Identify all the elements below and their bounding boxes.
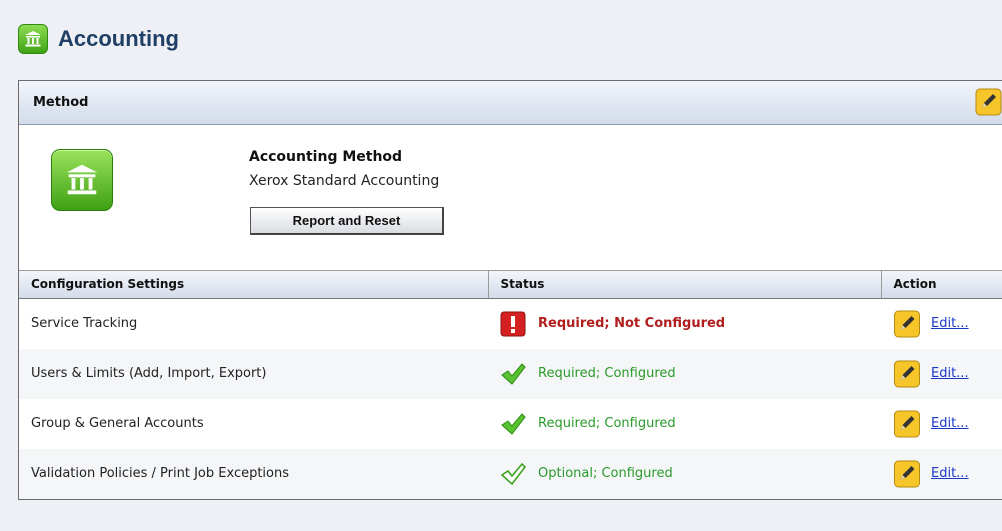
- setting-name: Validation Policies / Print Job Exceptio…: [19, 448, 488, 499]
- accounting-page: Accounting Method Accounting Method Xero…: [0, 0, 1002, 531]
- table-row: Group & General Accounts Required; Confi…: [19, 399, 1002, 449]
- status-cell: Required; Configured: [488, 348, 881, 399]
- report-and-reset-button[interactable]: Report and Reset: [250, 207, 444, 235]
- pencil-icon[interactable]: [893, 310, 921, 338]
- pencil-icon: [975, 88, 1002, 116]
- setting-name: Users & Limits (Add, Import, Export): [19, 348, 488, 399]
- page-header: Accounting: [18, 24, 179, 54]
- action-cell: Edit...: [881, 448, 1002, 499]
- column-header-status: Status: [487, 271, 881, 299]
- edit-link[interactable]: Edit...: [931, 316, 969, 331]
- status-text: Required; Not Configured: [538, 316, 726, 331]
- status-cell: Required; Configured: [488, 399, 881, 449]
- method-section-title: Method: [33, 95, 89, 110]
- status-cell: Optional; Configured: [488, 448, 881, 499]
- pencil-icon[interactable]: [893, 460, 921, 488]
- accounting-method-label: Accounting Method: [249, 149, 403, 165]
- method-section-header: Method: [19, 81, 1002, 125]
- setting-name: Group & General Accounts: [31, 416, 204, 431]
- error-icon: [500, 311, 526, 336]
- action-cell: Edit...: [881, 348, 1002, 399]
- status-cell: Required; Not Configured: [488, 298, 881, 349]
- bank-icon: [18, 24, 48, 54]
- status-text: Required; Configured: [538, 366, 676, 381]
- action-cell: Edit...: [881, 298, 1002, 349]
- table-row: Validation Policies / Print Job Exceptio…: [19, 448, 1002, 499]
- accounting-panel: Method Accounting Method Xerox Standard …: [18, 80, 1002, 500]
- status-text: Required; Configured: [538, 416, 676, 431]
- setting-name: Service Tracking: [31, 316, 138, 331]
- check-icon: [501, 412, 526, 435]
- edit-link[interactable]: Edit...: [931, 366, 969, 381]
- check-icon: [501, 362, 526, 385]
- pencil-icon[interactable]: [893, 360, 921, 388]
- method-body: Accounting Method Xerox Standard Account…: [19, 125, 1002, 271]
- pencil-icon[interactable]: [893, 410, 921, 438]
- edit-link[interactable]: Edit...: [931, 416, 969, 431]
- table-row: Users & Limits (Add, Import, Export) Req…: [19, 348, 1002, 399]
- column-header-action: Action: [880, 271, 1002, 299]
- table-row: Service Tracking Required; Not Configure…: [19, 298, 1002, 349]
- method-edit-button[interactable]: [975, 88, 1002, 116]
- column-header-configuration-settings: Configuration Settings: [19, 271, 488, 299]
- table-header-row: Configuration Settings Status Action: [19, 271, 1002, 299]
- check-outline-icon: [500, 462, 526, 485]
- action-cell: Edit...: [881, 399, 1002, 449]
- accounting-method-value: Xerox Standard Accounting: [249, 173, 440, 189]
- edit-link[interactable]: Edit...: [931, 466, 969, 481]
- page-title: Accounting: [58, 26, 179, 51]
- configuration-table: Configuration Settings Status Action Ser…: [19, 271, 1002, 499]
- bank-icon: [51, 149, 113, 211]
- status-text: Optional; Configured: [538, 466, 673, 481]
